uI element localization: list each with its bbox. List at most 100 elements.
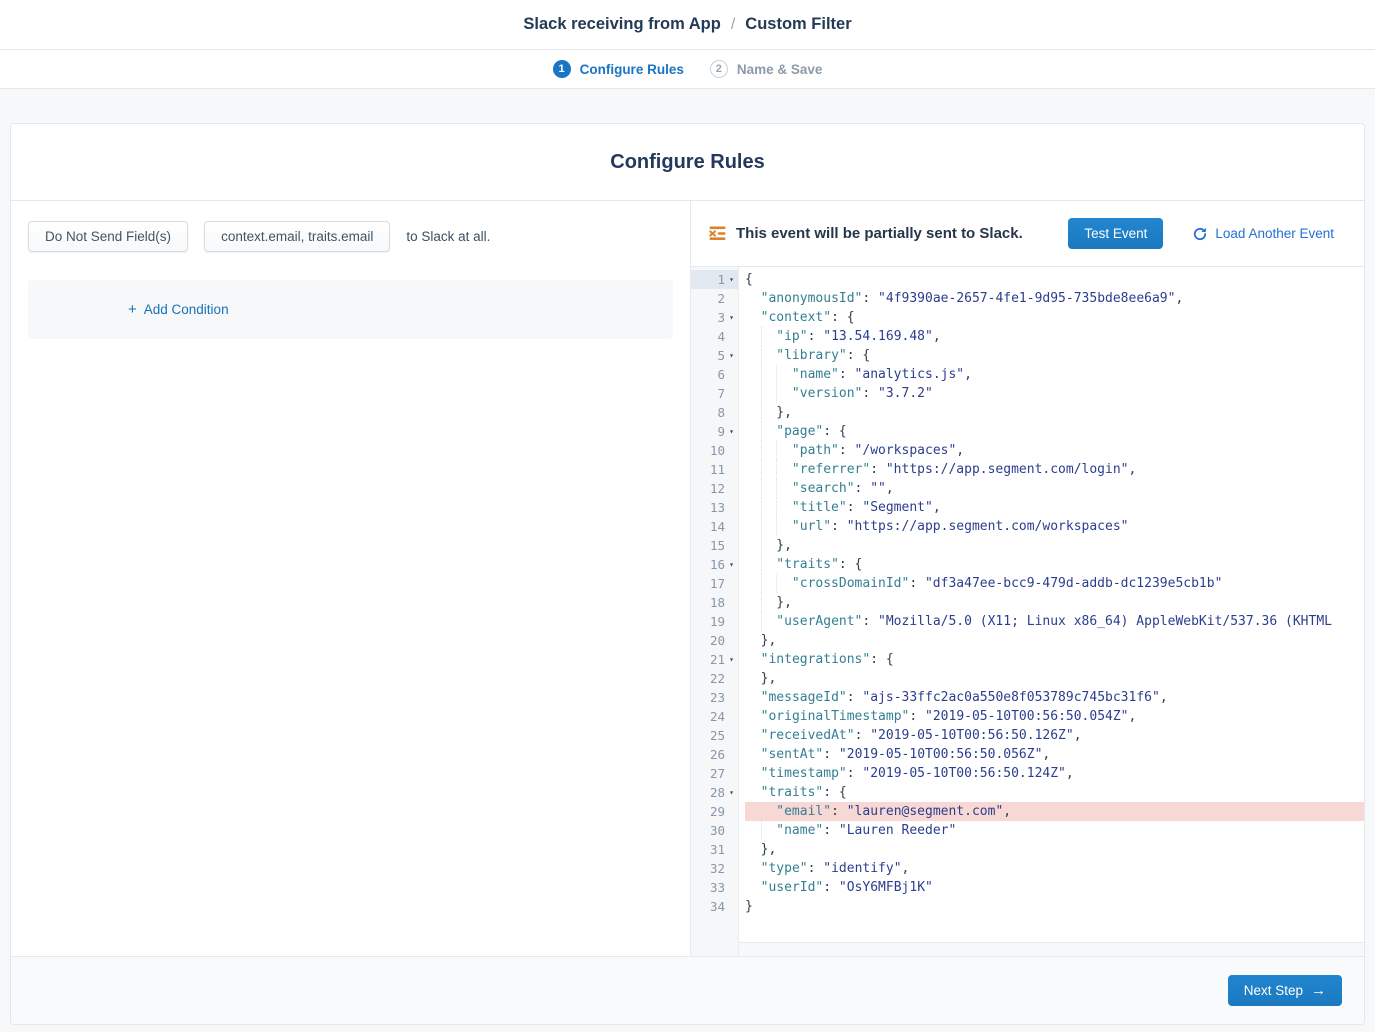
line-number: 23 <box>691 690 725 705</box>
field-action-selector[interactable]: Do Not Send Field(s) <box>28 221 188 252</box>
gutter-row: 8 <box>691 403 738 422</box>
next-step-label: Next Step <box>1244 983 1303 998</box>
code-line[interactable]: { <box>745 270 1364 289</box>
code-line[interactable]: "title": "Segment", <box>745 498 1364 517</box>
partial-filter-icon <box>709 226 726 241</box>
line-number: 28 <box>691 785 725 800</box>
code-line[interactable]: "messageId": "ajs-33ffc2ac0a550e8f053789… <box>745 688 1364 707</box>
gutter-row: 5▾ <box>691 346 738 365</box>
gutter-row: 24 <box>691 707 738 726</box>
gutter-row: 16▾ <box>691 555 738 574</box>
fold-toggle-icon[interactable]: ▾ <box>725 346 738 365</box>
code-line[interactable]: }, <box>745 840 1364 859</box>
code-line[interactable]: "timestamp": "2019-05-10T00:56:50.124Z", <box>745 764 1364 783</box>
code-line-highlighted[interactable]: "email": "lauren@segment.com", <box>745 802 1364 821</box>
gutter-row: 31 <box>691 840 738 859</box>
line-number: 5 <box>691 348 725 363</box>
event-preview-panel: This event will be partially sent to Sla… <box>691 201 1364 956</box>
gutter-row: 30 <box>691 821 738 840</box>
title-bar: Slack receiving from App / Custom Filter <box>0 0 1375 50</box>
code-line[interactable]: "context": { <box>745 308 1364 327</box>
step-configure-rules[interactable]: 1 Configure Rules <box>553 60 684 78</box>
fields-selector[interactable]: context.email, traits.email <box>204 221 390 252</box>
code-line[interactable]: }, <box>745 593 1364 612</box>
code-line[interactable]: "version": "3.7.2" <box>745 384 1364 403</box>
code-line[interactable]: "name": "Lauren Reeder" <box>745 821 1364 840</box>
gutter-row: 13 <box>691 498 738 517</box>
gutter-row: 11 <box>691 460 738 479</box>
line-number: 7 <box>691 386 725 401</box>
next-step-button[interactable]: Next Step → <box>1228 975 1342 1006</box>
fold-toggle-icon[interactable]: ▾ <box>725 270 738 289</box>
code-line[interactable]: }, <box>745 669 1364 688</box>
code-line[interactable]: }, <box>745 631 1364 650</box>
line-number: 8 <box>691 405 725 420</box>
gutter-row: 10 <box>691 441 738 460</box>
add-condition-button[interactable]: + Add Condition <box>128 302 229 317</box>
gutter-row: 3▾ <box>691 308 738 327</box>
editor-code: {"anonymousId": "4f9390ae-2657-4fe1-9d95… <box>739 267 1364 956</box>
load-another-event-link[interactable]: Load Another Event <box>1193 226 1334 241</box>
code-line[interactable]: "traits": { <box>745 783 1364 802</box>
gutter-row: 28▾ <box>691 783 738 802</box>
line-number: 17 <box>691 576 725 591</box>
event-header: This event will be partially sent to Sla… <box>691 201 1364 267</box>
step-name-and-save[interactable]: 2 Name & Save <box>710 60 823 78</box>
gutter-row: 20 <box>691 631 738 650</box>
gutter-row: 1▾ <box>691 270 738 289</box>
line-number: 16 <box>691 557 725 572</box>
code-line[interactable]: "referrer": "https://app.segment.com/log… <box>745 460 1364 479</box>
rule-suffix-text: to Slack at all. <box>406 229 490 244</box>
code-line[interactable]: "type": "identify", <box>745 859 1364 878</box>
event-status-text: This event will be partially sent to Sla… <box>736 225 1058 242</box>
code-line[interactable]: "anonymousId": "4f9390ae-2657-4fe1-9d95-… <box>745 289 1364 308</box>
code-line[interactable]: "search": "", <box>745 479 1364 498</box>
code-line[interactable]: "userId": "OsY6MFBj1K" <box>745 878 1364 897</box>
code-line[interactable]: }, <box>745 536 1364 555</box>
json-editor[interactable]: 1▾23▾45▾6789▾10111213141516▾1718192021▾2… <box>691 267 1364 956</box>
fold-toggle-icon[interactable]: ▾ <box>725 308 738 327</box>
breadcrumb-separator: / <box>731 16 735 34</box>
gutter-row: 18 <box>691 593 738 612</box>
gutter-row: 26 <box>691 745 738 764</box>
code-line[interactable]: "name": "analytics.js", <box>745 365 1364 384</box>
gutter-row: 19 <box>691 612 738 631</box>
horizontal-scrollbar[interactable] <box>739 942 1364 956</box>
code-line[interactable]: "ip": "13.54.169.48", <box>745 327 1364 346</box>
gutter-row: 12 <box>691 479 738 498</box>
code-line[interactable]: "traits": { <box>745 555 1364 574</box>
fold-toggle-icon[interactable]: ▾ <box>725 650 738 669</box>
code-line[interactable]: "originalTimestamp": "2019-05-10T00:56:5… <box>745 707 1364 726</box>
gutter-row: 23 <box>691 688 738 707</box>
page-title: Configure Rules <box>610 151 764 174</box>
fold-toggle-icon[interactable]: ▾ <box>725 422 738 441</box>
line-number: 34 <box>691 899 725 914</box>
code-line[interactable]: "path": "/workspaces", <box>745 441 1364 460</box>
line-number: 32 <box>691 861 725 876</box>
code-line[interactable]: "sentAt": "2019-05-10T00:56:50.056Z", <box>745 745 1364 764</box>
test-event-button[interactable]: Test Event <box>1068 218 1163 249</box>
code-line[interactable]: "url": "https://app.segment.com/workspac… <box>745 517 1364 536</box>
stepper: 1 Configure Rules 2 Name & Save <box>0 50 1375 89</box>
breadcrumb-parent[interactable]: Slack receiving from App <box>523 15 720 34</box>
arrow-right-icon: → <box>1311 983 1326 998</box>
plus-icon: + <box>128 302 137 317</box>
fold-toggle-icon[interactable]: ▾ <box>725 555 738 574</box>
line-number: 30 <box>691 823 725 838</box>
code-line[interactable]: "library": { <box>745 346 1364 365</box>
fold-toggle-icon[interactable]: ▾ <box>725 783 738 802</box>
code-line[interactable]: "receivedAt": "2019-05-10T00:56:50.126Z"… <box>745 726 1364 745</box>
card-title-row: Configure Rules <box>11 124 1364 201</box>
line-number: 20 <box>691 633 725 648</box>
code-line[interactable]: "integrations": { <box>745 650 1364 669</box>
gutter-row: 25 <box>691 726 738 745</box>
line-number: 6 <box>691 367 725 382</box>
code-line[interactable]: "userAgent": "Mozilla/5.0 (X11; Linux x8… <box>745 612 1364 631</box>
code-line[interactable]: }, <box>745 403 1364 422</box>
configure-rules-card: Configure Rules Do Not Send Field(s) con… <box>10 123 1365 1025</box>
line-number: 12 <box>691 481 725 496</box>
gutter-row: 17 <box>691 574 738 593</box>
code-line[interactable]: "crossDomainId": "df3a47ee-bcc9-479d-add… <box>745 574 1364 593</box>
code-line[interactable]: } <box>745 897 1364 916</box>
code-line[interactable]: "page": { <box>745 422 1364 441</box>
